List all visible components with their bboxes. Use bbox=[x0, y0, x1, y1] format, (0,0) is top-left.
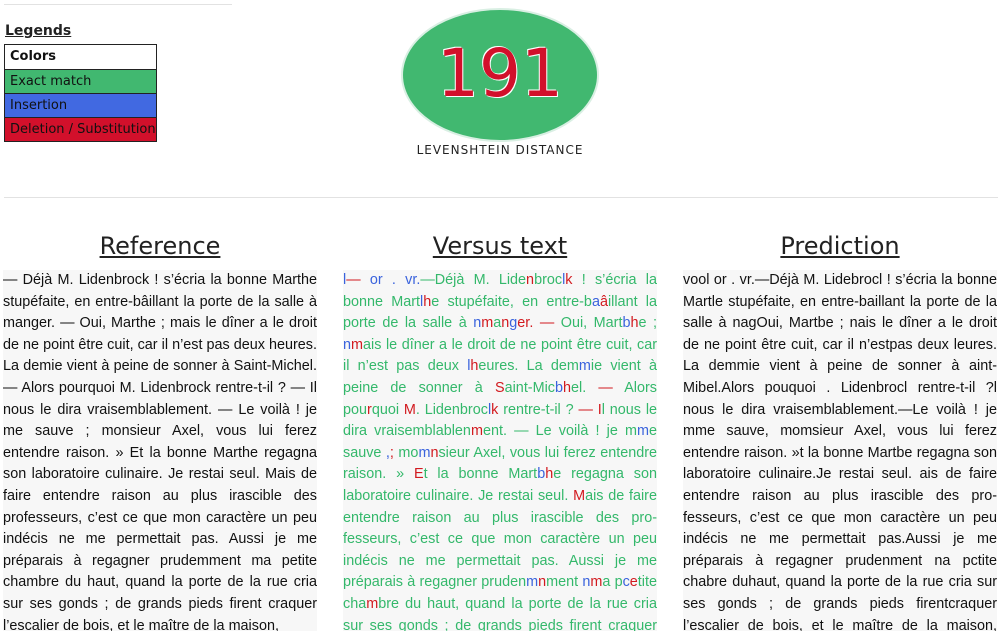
diff-segment-match: aint-Mic bbox=[504, 379, 555, 396]
diff-segment-ins: m bbox=[526, 574, 539, 591]
versus-title: Versus text bbox=[432, 232, 568, 260]
diff-segment-match: eures. La dem bbox=[478, 358, 579, 375]
diff-segment-del: E bbox=[413, 466, 424, 483]
diff-segment-match: Oui, Mart bbox=[560, 315, 623, 332]
diff-segment-match: e stupéfaite, en entre-b bbox=[431, 293, 592, 310]
diff-segment-ins: m bbox=[578, 358, 591, 375]
levenshtein-label: LEVENSHTEIN DISTANCE bbox=[416, 143, 584, 157]
legends-title: Legends bbox=[5, 23, 72, 39]
top-divider bbox=[4, 4, 232, 5]
diff-segment-del: . — bbox=[529, 315, 561, 332]
diff-segment-ins: b bbox=[554, 379, 563, 396]
diff-segment-match: bre du haut, quand la porte de la rue cr… bbox=[343, 595, 657, 631]
versus-column: l— or . vr.—Déjà M. Lidenbroclk ! s’écri… bbox=[343, 270, 657, 631]
diff-segment-del: M bbox=[403, 401, 416, 418]
legend-insertion: Insertion bbox=[5, 93, 156, 117]
section-divider bbox=[4, 197, 998, 198]
diff-segment-ins: or . vr. bbox=[369, 272, 421, 288]
versus-text: l— or . vr.—Déjà M. Lidenbroclk ! s’écri… bbox=[343, 270, 657, 631]
diff-segment-del: M bbox=[573, 487, 586, 504]
diff-segment-del: h bbox=[563, 379, 572, 396]
diff-segment-match: ent. — Le voilà ! je m bbox=[482, 423, 637, 440]
diff-segment-del: n bbox=[526, 272, 535, 288]
diff-segment-del: er bbox=[517, 315, 530, 332]
diff-segment-match: . Lidenbroc bbox=[415, 401, 488, 418]
prediction-title: Prediction bbox=[780, 232, 900, 260]
diff-segment-ins: n bbox=[343, 336, 352, 353]
reference-title: Reference bbox=[99, 232, 221, 260]
diff-segment-del: — I bbox=[578, 401, 602, 418]
diff-segment-ins: m bbox=[418, 444, 431, 461]
diff-segment-ins: m bbox=[636, 423, 649, 440]
levenshtein-score: 191 bbox=[437, 35, 563, 112]
diff-segment-del: m bbox=[481, 315, 494, 332]
prediction-column: vool or . vr.—Déjà M. Lidebrocl ! s’écri… bbox=[683, 270, 997, 631]
diff-segment-match: —Déjà M. Lide bbox=[420, 272, 527, 288]
legend-table: Colors Exact match Insertion Deletion / … bbox=[4, 44, 157, 142]
diff-segment-del: m bbox=[470, 423, 483, 440]
diff-segment-ins: b bbox=[537, 466, 546, 483]
diff-segment-del: S bbox=[495, 379, 505, 396]
diff-segment-match: el. bbox=[571, 379, 599, 396]
diff-segment-ins: a bbox=[591, 293, 600, 310]
diff-segment-match: broc bbox=[534, 272, 563, 288]
diff-segment-del: â bbox=[599, 293, 608, 310]
diff-segment-ins: c bbox=[622, 574, 630, 591]
legend-exact-match: Exact match bbox=[5, 69, 156, 93]
diff-segment-match: a p bbox=[602, 574, 623, 591]
prediction-text: vool or . vr.—Déjà M. Lidebrocl ! s’écri… bbox=[683, 272, 997, 631]
reference-text: — Déjà M. Lidenbrock ! s’écria la bonne … bbox=[3, 272, 317, 631]
diff-segment-del: m bbox=[366, 595, 379, 612]
diff-segment-match: e ; bbox=[638, 315, 657, 332]
legend-header: Colors bbox=[5, 45, 156, 69]
diff-segment-del: n bbox=[538, 574, 547, 591]
diff-segment-match: quoi bbox=[371, 401, 404, 418]
diff-segment-del: m bbox=[351, 336, 364, 353]
diff-segment-match: t la bonne Mart bbox=[423, 466, 538, 483]
diff-segment-match: ment bbox=[546, 574, 583, 591]
diff-segment-del: — bbox=[598, 379, 625, 396]
diff-segment-del: e bbox=[629, 574, 638, 591]
diff-segment-match: mo bbox=[393, 444, 419, 461]
diff-segment-match: rentre-t-il ? bbox=[498, 401, 579, 418]
diff-segment-del: — bbox=[346, 272, 370, 288]
legend-deletion-substitution: Deletion / Substitution bbox=[5, 117, 156, 141]
diff-segment-del: m bbox=[590, 574, 603, 591]
reference-column: — Déjà M. Lidenbrock ! s’écria la bonne … bbox=[3, 270, 317, 631]
